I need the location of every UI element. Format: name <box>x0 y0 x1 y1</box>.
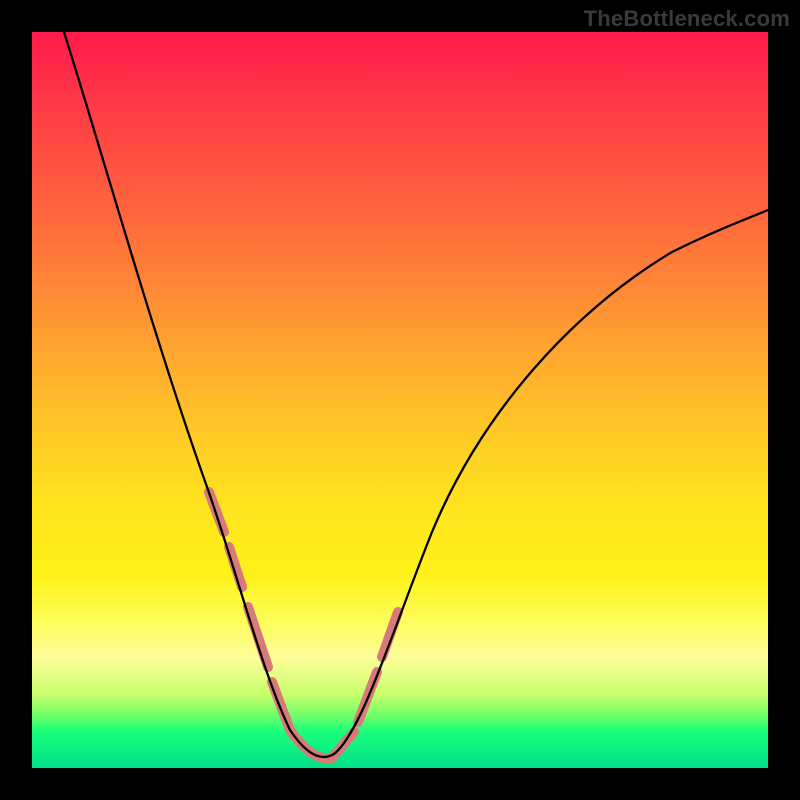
chart-frame: TheBottleneck.com <box>0 0 800 800</box>
bottleneck-curve <box>64 32 768 757</box>
curve-svg <box>32 32 768 768</box>
accent-dashes <box>209 492 398 758</box>
plot-area <box>32 32 768 768</box>
watermark-text: TheBottleneck.com <box>584 6 790 32</box>
